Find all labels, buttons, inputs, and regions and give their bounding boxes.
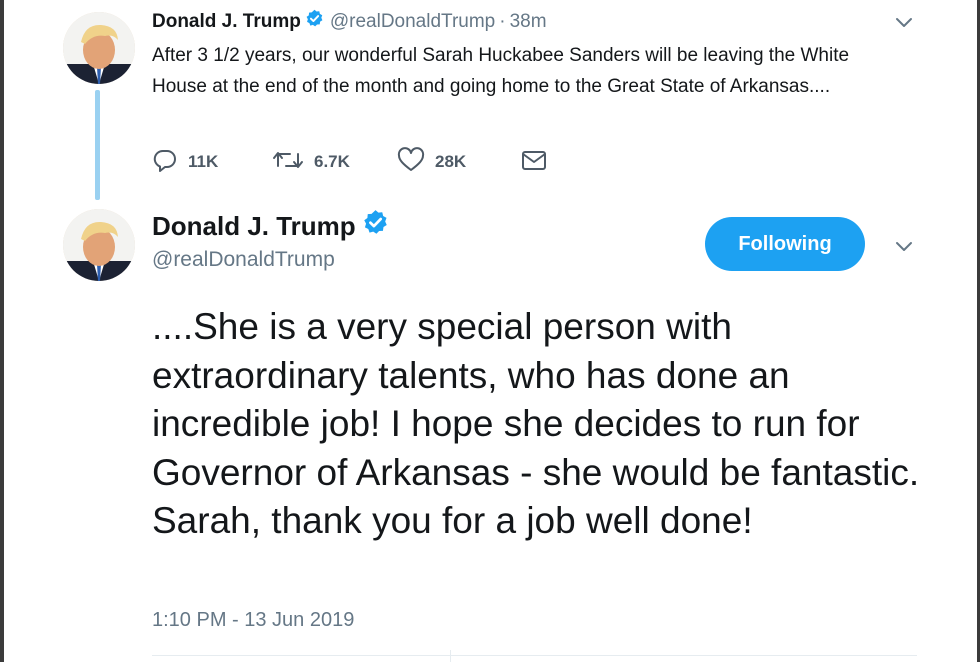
reply-icon bbox=[152, 147, 178, 178]
chevron-down-icon[interactable] bbox=[893, 11, 915, 33]
reply-count: 11K bbox=[188, 152, 219, 171]
retweet-icon bbox=[272, 147, 304, 178]
tweet-time[interactable]: 38m bbox=[510, 11, 547, 33]
main-tweet-text: ....She is a very special person with ex… bbox=[152, 306, 920, 541]
divider bbox=[152, 655, 917, 656]
separator-dot: · bbox=[499, 10, 506, 32]
direct-message-icon bbox=[520, 147, 548, 178]
author-name[interactable]: Donald J. Trump bbox=[152, 211, 356, 242]
window-edge-left bbox=[0, 0, 4, 662]
avatar[interactable] bbox=[63, 209, 135, 281]
parent-tweet-header: Donald J. Trump @realDonaldTrump · 38m bbox=[152, 9, 547, 34]
verified-badge-icon bbox=[305, 9, 324, 34]
following-button[interactable]: Following bbox=[705, 217, 865, 271]
retweet-count: 6.7K bbox=[314, 152, 350, 171]
thread-line bbox=[95, 90, 100, 200]
author-handle[interactable]: @realDonaldTrump bbox=[152, 248, 335, 272]
like-count: 28K bbox=[435, 152, 467, 171]
parent-tweet-text: After 3 1/2 years, our wonderful Sarah H… bbox=[152, 45, 850, 97]
reply-button[interactable]: 11K bbox=[152, 145, 218, 179]
verified-badge-icon bbox=[362, 209, 389, 243]
main-tweet-author: Donald J. Trump bbox=[152, 209, 389, 243]
author-handle[interactable]: @realDonaldTrump bbox=[330, 11, 495, 33]
retweet-button[interactable]: 6.7K bbox=[272, 145, 350, 179]
direct-message-button[interactable] bbox=[520, 145, 548, 179]
author-name[interactable]: Donald J. Trump bbox=[152, 11, 301, 33]
tweet-timestamp[interactable]: 1:10 PM - 13 Jun 2019 bbox=[152, 609, 354, 632]
divider bbox=[450, 650, 451, 662]
avatar[interactable] bbox=[63, 12, 135, 84]
like-icon bbox=[397, 146, 425, 178]
like-button[interactable]: 28K bbox=[397, 145, 466, 179]
chevron-down-icon[interactable] bbox=[893, 235, 915, 257]
